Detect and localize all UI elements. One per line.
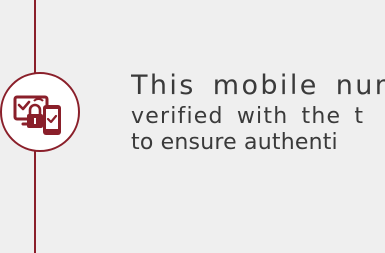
verified-device-lock-icon [13, 95, 61, 135]
verification-panel: This mobile number verified with the t t… [0, 0, 385, 253]
verification-description: This mobile number verified with the t t… [131, 70, 385, 190]
description-line-2: verified with the t [131, 104, 365, 129]
description-line-3: to ensure authenti [131, 130, 338, 155]
description-line-1: This mobile number [131, 70, 385, 101]
icon-badge [0, 72, 80, 152]
